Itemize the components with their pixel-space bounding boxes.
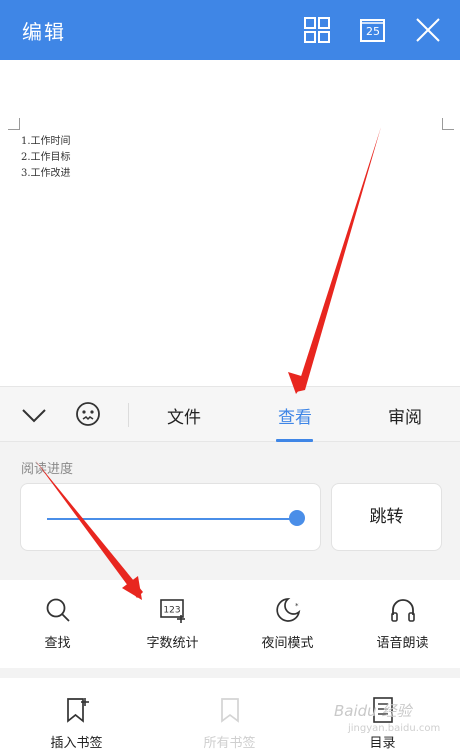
grid-icon[interactable] — [302, 15, 332, 45]
margin-corner-left — [8, 118, 20, 130]
tool-label: 语音朗读 — [376, 636, 429, 651]
tab-file[interactable]: 文件 — [144, 403, 224, 428]
document-canvas[interactable]: 1.工作时间 2.工作目标 3.工作改进 — [0, 60, 460, 386]
tool-label: 夜间模式 — [261, 636, 314, 651]
jump-button[interactable]: 跳转 — [331, 483, 442, 551]
progress-slider-fill — [47, 518, 297, 520]
bookmark-icon — [216, 696, 244, 724]
page-count-number: 25 — [366, 25, 380, 38]
insert-bookmark-tool[interactable]: 插入书签 — [0, 678, 153, 752]
svg-text:*: * — [295, 602, 299, 610]
reading-progress-card — [20, 483, 321, 551]
margin-corner-right — [442, 118, 454, 130]
tool-label: 目录 — [369, 736, 396, 751]
toolbar-tabs: 文件 查看 审阅 — [0, 386, 460, 442]
add-bookmark-icon — [63, 696, 91, 724]
chevron-down-icon[interactable] — [20, 401, 48, 429]
tab-review[interactable]: 审阅 — [365, 403, 445, 428]
doc-line: 3.工作改进 — [21, 168, 71, 179]
document-text: 1.工作时间 2.工作目标 3.工作改进 — [21, 134, 71, 182]
progress-slider-track[interactable] — [47, 518, 297, 520]
read-aloud-tool[interactable]: 语音朗读 — [345, 580, 460, 668]
doc-line: 2.工作目标 — [21, 152, 71, 163]
tool-label: 所有书签 — [203, 736, 256, 751]
view-tools: 查找 123 字数统计 * 夜间模式 语音朗读 — [0, 580, 460, 668]
search-icon — [44, 596, 72, 624]
progress-slider-thumb[interactable] — [289, 510, 305, 526]
watermark-logo: Baidu 经验 — [334, 702, 412, 720]
night-mode-tool[interactable]: * 夜间模式 — [230, 580, 345, 668]
reading-progress-label: 阅读进度 — [21, 462, 74, 477]
word-count-icon: 123 — [159, 596, 187, 624]
word-count-tool[interactable]: 123 字数统计 — [115, 580, 230, 668]
tab-view[interactable]: 查看 — [255, 403, 335, 428]
tool-label: 插入书签 — [50, 736, 103, 751]
headphones-icon — [389, 596, 417, 624]
page-count-button[interactable]: 25 — [358, 15, 388, 45]
close-icon[interactable] — [413, 15, 443, 45]
page-title: 编辑 — [22, 20, 66, 44]
emoji-icon[interactable] — [74, 401, 102, 429]
toolbar-divider — [128, 403, 129, 427]
all-bookmarks-tool[interactable]: 所有书签 — [153, 678, 306, 752]
tool-label: 查找 — [44, 636, 71, 651]
moon-icon: * — [274, 596, 302, 624]
doc-line: 1.工作时间 — [21, 136, 71, 147]
watermark-url: jingyan.baidu.com — [348, 723, 441, 734]
find-tool[interactable]: 查找 — [0, 580, 115, 668]
top-bar: 编辑 25 — [0, 0, 460, 60]
screen: 编辑 25 1.工作时间 2.工作目标 3.工作改进 文件 查看 审阅 阅读进度… — [0, 0, 460, 752]
svg-text:123: 123 — [163, 606, 180, 616]
tool-label: 字数统计 — [146, 636, 199, 651]
